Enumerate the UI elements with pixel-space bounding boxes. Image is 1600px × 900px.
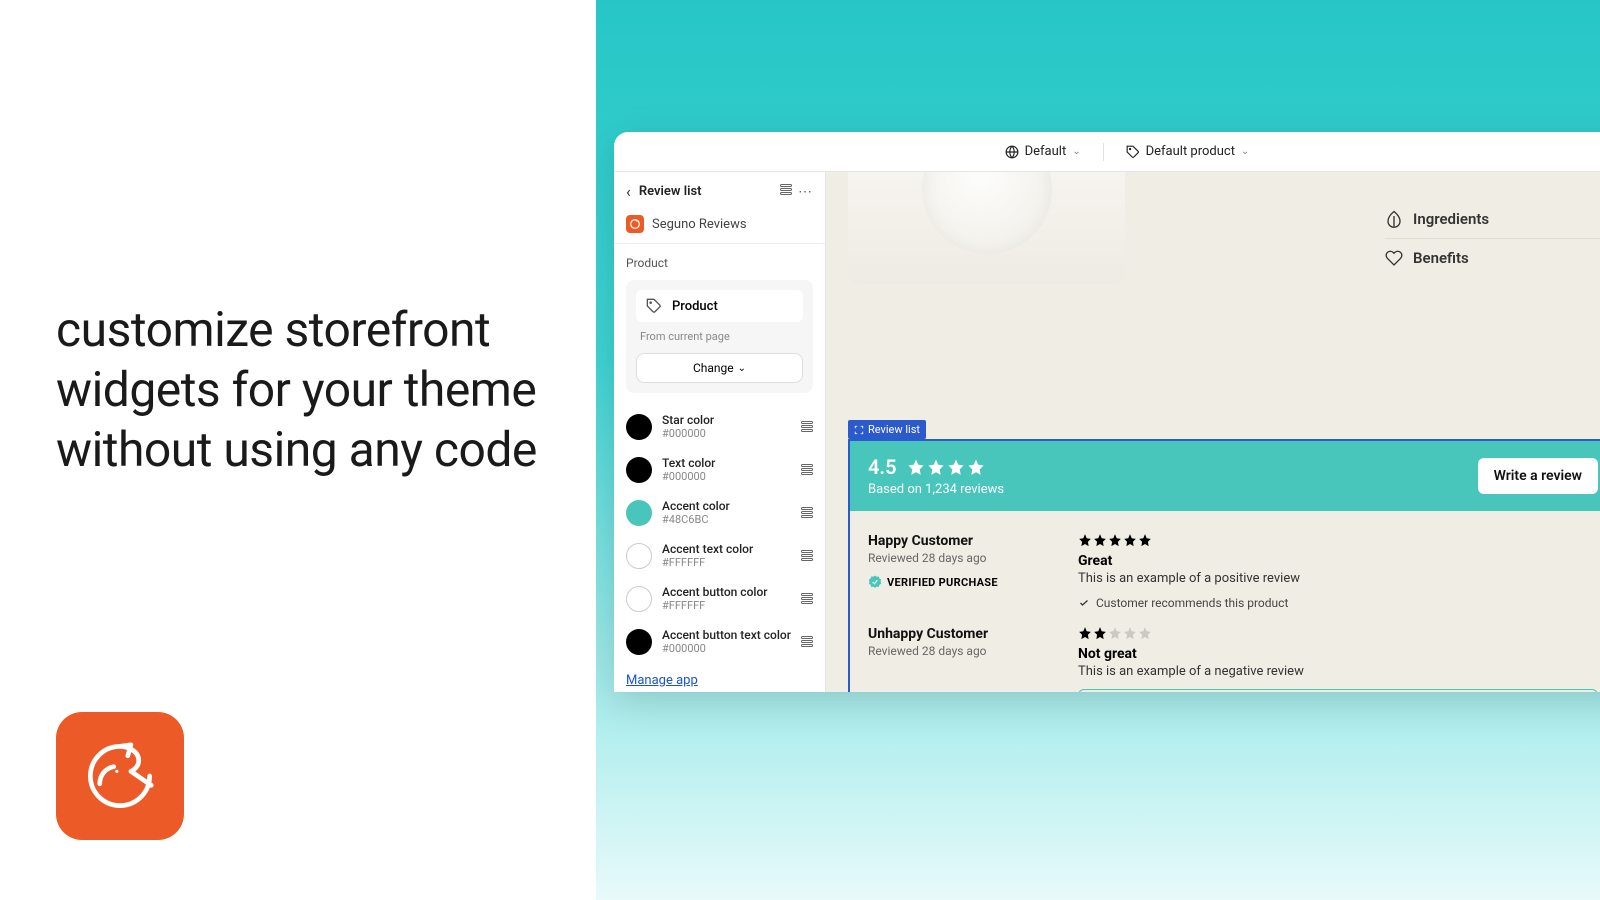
leaf-icon	[1385, 210, 1403, 228]
reviewer-name: Unhappy Customer	[868, 626, 1048, 642]
product-selector[interactable]: Default product⌄	[1126, 144, 1250, 159]
color-swatch	[626, 500, 652, 526]
color-label: Star color	[662, 413, 791, 427]
color-row-2[interactable]: Accent color#48C6BC	[614, 491, 825, 534]
color-swatch	[626, 414, 652, 440]
database-icon[interactable]	[801, 507, 813, 518]
reviewer-name: Happy Customer	[868, 533, 1048, 549]
check-icon	[1078, 597, 1090, 609]
more-icon[interactable]: ⋯	[798, 184, 813, 200]
review-title: Great	[1078, 553, 1598, 569]
color-value: #000000	[662, 642, 791, 655]
review-item: Unhappy Customer Reviewed 28 days ago Not …	[868, 618, 1598, 692]
sidebar-title: Review list	[639, 184, 702, 199]
color-label: Accent text color	[662, 542, 791, 556]
accordion-ingredients[interactable]: Ingredients⌄	[1385, 200, 1600, 239]
color-label: Text color	[662, 456, 791, 470]
product-image	[848, 172, 1125, 284]
review-stars	[1078, 626, 1598, 640]
back-icon[interactable]: ‹	[626, 182, 631, 201]
review-stars	[1078, 533, 1598, 547]
review-body: This is an example of a positive review	[1078, 571, 1598, 586]
review-item: Happy Customer Reviewed 28 days ago VERIFI…	[868, 525, 1598, 618]
sidebar: ‹ Review list ⋯ Seguno Reviews Product	[614, 172, 826, 692]
review-widget: 4.5 Based on 1,234 reviews Write a revie…	[848, 439, 1600, 692]
color-row-0[interactable]: Star color#000000	[614, 405, 825, 448]
color-label: Accent button color	[662, 585, 791, 599]
review-count: Based on 1,234 reviews	[868, 482, 1005, 497]
expand-icon	[854, 425, 864, 435]
color-value: #FFFFFF	[662, 599, 791, 612]
recommends: Customer recommends this product	[1078, 596, 1598, 610]
rating-value: 4.5	[868, 455, 897, 479]
color-swatch	[626, 543, 652, 569]
from-text: From current page	[636, 330, 803, 343]
review-date: Reviewed 28 days ago	[868, 644, 1048, 658]
verified-badge: VERIFIED PURCHASE	[868, 575, 1048, 589]
write-review-button[interactable]: Write a review	[1478, 458, 1598, 494]
color-swatch	[626, 629, 652, 655]
review-body: This is an example of a negative review	[1078, 664, 1598, 679]
color-swatch	[626, 586, 652, 612]
manage-app-link[interactable]: Manage app	[626, 673, 698, 688]
color-row-3[interactable]: Accent text color#FFFFFF	[614, 534, 825, 577]
color-value: #FFFFFF	[662, 556, 791, 569]
color-row-4[interactable]: Accent button color#FFFFFF	[614, 577, 825, 620]
review-title: Not great	[1078, 646, 1598, 662]
review-date: Reviewed 28 days ago	[868, 551, 1048, 565]
app-name-row[interactable]: Seguno Reviews	[614, 211, 825, 243]
heart-icon	[1385, 249, 1403, 267]
color-swatch	[626, 457, 652, 483]
seguno-logo	[56, 712, 184, 840]
tag-icon	[646, 298, 662, 314]
color-value: #000000	[662, 470, 791, 483]
canvas: Ingredients⌄ Benefits⌄ Review list	[826, 172, 1600, 692]
verified-icon	[868, 575, 882, 589]
theme-selector[interactable]: Default⌄	[1005, 144, 1081, 159]
top-bar: Default⌄ Default product⌄	[614, 132, 1600, 172]
database-icon[interactable]	[801, 550, 813, 561]
color-row-1[interactable]: Text color#000000	[614, 448, 825, 491]
rating-stars	[907, 458, 1005, 476]
widget-tag: Review list	[848, 420, 926, 439]
section-label: Product	[626, 256, 813, 270]
database-icon[interactable]	[801, 421, 813, 432]
color-label: Accent color	[662, 499, 791, 513]
change-button[interactable]: Change⌄	[636, 353, 803, 383]
color-label: Accent button text color	[662, 628, 791, 642]
browser-window: Default⌄ Default product⌄ ‹ Review list …	[614, 132, 1600, 692]
headline: customize storefront widgets for your th…	[56, 300, 540, 480]
database-icon[interactable]	[801, 636, 813, 647]
database-icon[interactable]	[780, 184, 792, 200]
review-reply: Reply from Fresh SkincareThis is an exam…	[1078, 689, 1598, 692]
database-icon[interactable]	[801, 464, 813, 475]
product-row[interactable]: Product	[636, 290, 803, 322]
accordion: Ingredients⌄ Benefits⌄	[1385, 200, 1600, 277]
color-row-5[interactable]: Accent button text color#000000	[614, 620, 825, 663]
accordion-benefits[interactable]: Benefits⌄	[1385, 239, 1600, 277]
color-value: #000000	[662, 427, 791, 440]
database-icon[interactable]	[801, 593, 813, 604]
color-value: #48C6BC	[662, 513, 791, 526]
app-icon	[626, 215, 644, 233]
